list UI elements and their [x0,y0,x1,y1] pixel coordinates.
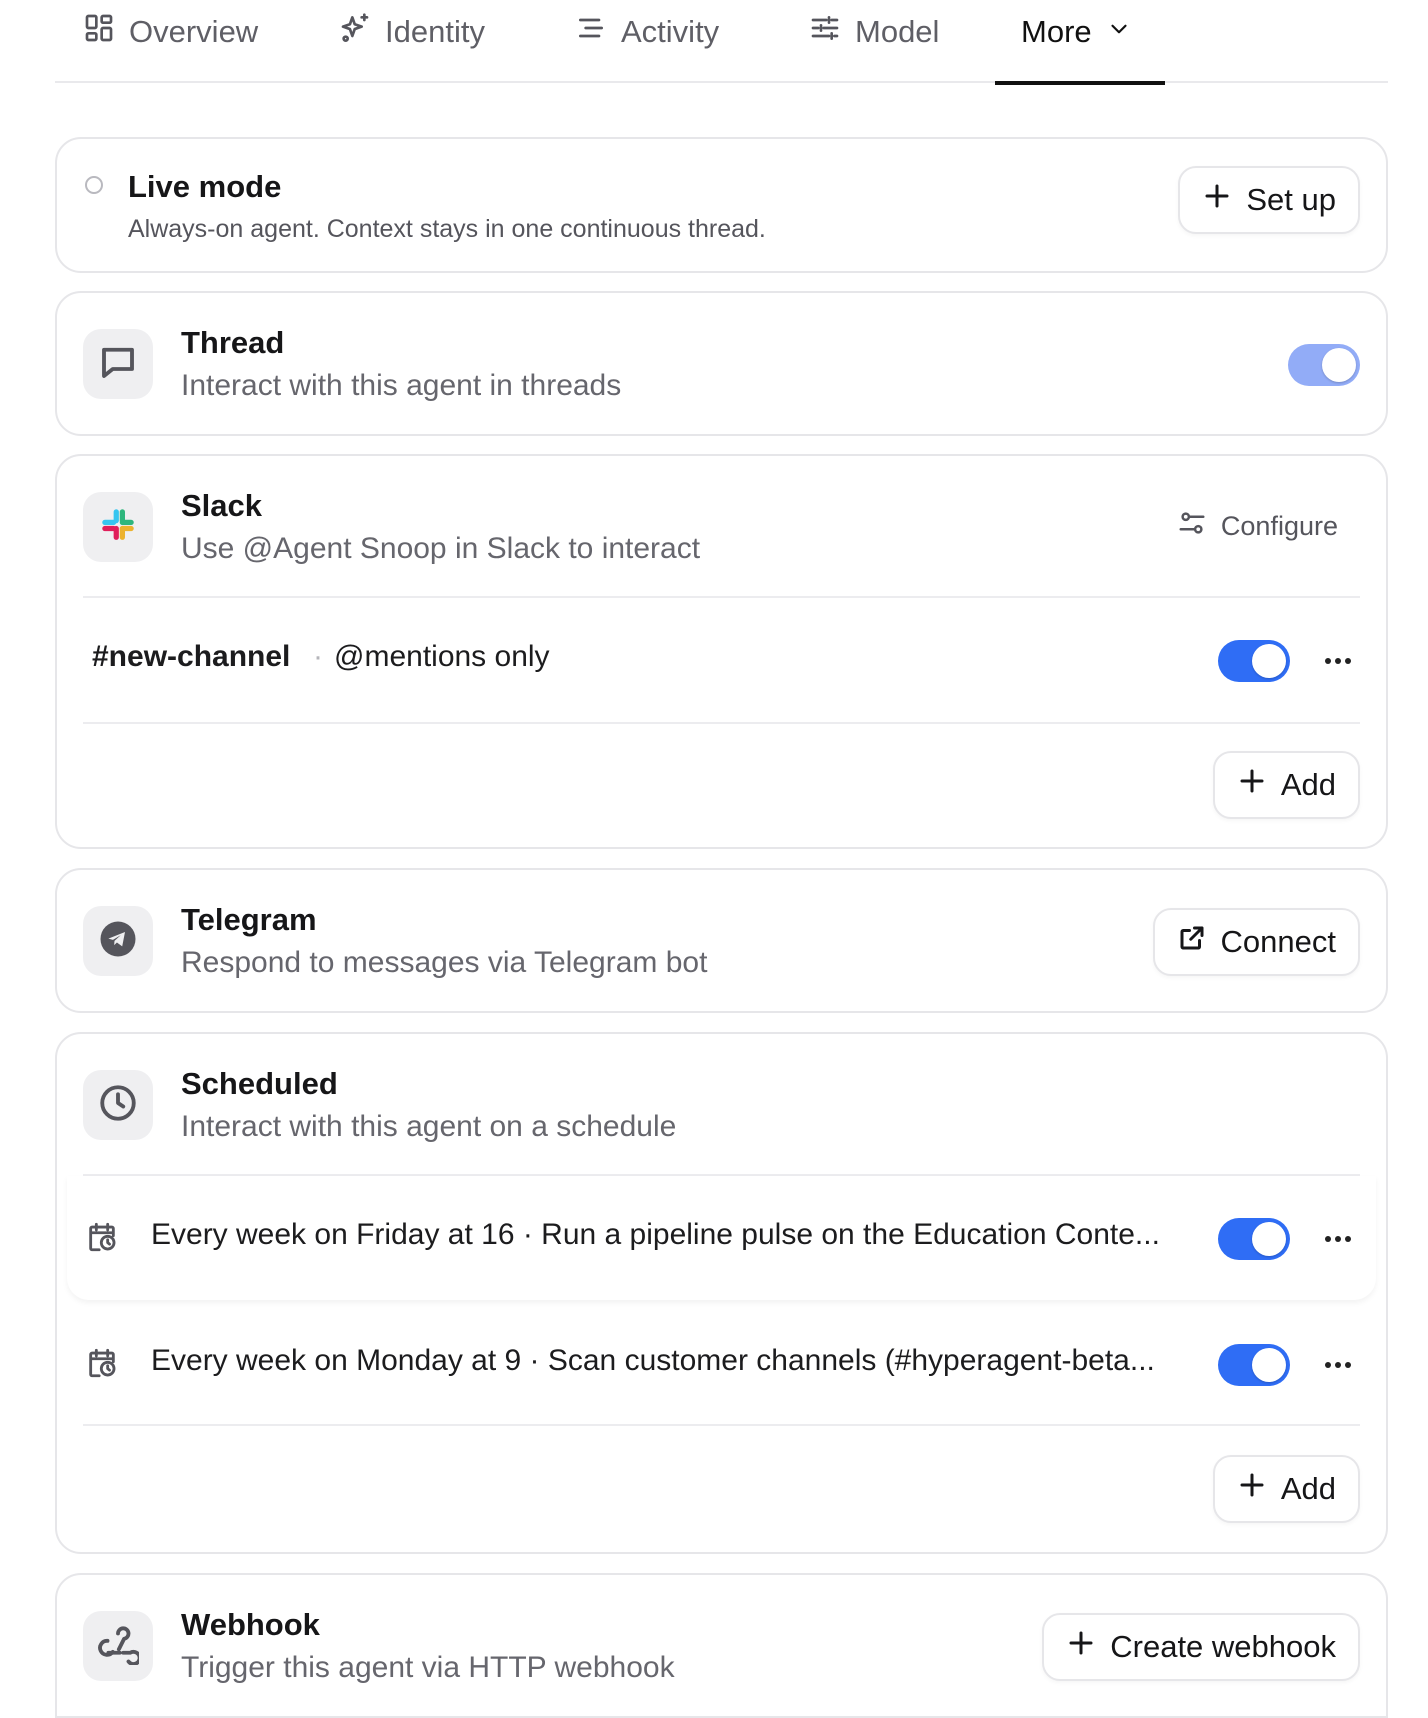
create-webhook-button[interactable]: Create webhook [1042,1613,1360,1681]
external-link-icon [1177,923,1207,961]
slack-channel-row: #new-channel · @mentions only [57,598,1386,722]
scheduled-title: Scheduled [181,1066,338,1101]
divider [83,722,1360,724]
layout-grid-icon [83,12,115,52]
tab-more[interactable]: More [995,0,1165,85]
channel-toggle[interactable] [1218,640,1290,682]
schedule-toggle[interactable] [1218,1218,1290,1260]
toggle-knob [1252,1348,1286,1382]
channel-name: #new-channel [92,640,291,673]
slack-logo-icon [97,504,139,551]
tab-label: Activity [621,13,720,49]
slack-card: Slack Use @Agent Snoop in Slack to inter… [55,454,1388,849]
plus-icon [1237,766,1267,804]
telegram-title: Telegram [181,902,317,937]
webhook-card: Webhook Trigger this agent via HTTP webh… [55,1573,1388,1718]
telegram-icon-box [83,906,153,976]
telegram-card: Telegram Respond to messages via Telegra… [55,868,1388,1013]
more-options-icon[interactable] [1320,1347,1356,1383]
calendar-clock-icon [85,1346,119,1380]
scheduled-card: Scheduled Interact with this agent on a … [55,1032,1388,1554]
connect-button[interactable]: Connect [1152,908,1360,976]
sliders-icon [809,12,841,52]
webhook-title: Webhook [181,1607,320,1642]
tab-model[interactable]: Model [809,0,939,83]
slack-icon-box [83,492,153,562]
scheduled-icon-box [83,1070,153,1140]
sparkles-icon [339,12,371,52]
thread-title: Thread [181,325,285,360]
thread-toggle[interactable] [1288,344,1360,386]
tab-label: Overview [129,13,259,49]
webhook-icon [97,1623,142,1670]
status-dot [85,176,103,194]
live-mode-card: Live mode Always-on agent. Context stays… [55,137,1388,273]
slack-title: Slack [181,488,263,523]
schedule-text: Every week on Friday at 16 · Run a pipel… [151,1218,1160,1251]
thread-icon-box [83,329,153,399]
configure-label: Configure [1220,511,1338,541]
message-square-icon [97,341,139,388]
tab-identity[interactable]: Identity [339,0,485,83]
webhook-icon-box [83,1611,153,1681]
more-options-icon[interactable] [1320,1221,1356,1257]
calendar-clock-icon [85,1220,119,1254]
tab-overview[interactable]: Overview [83,0,258,83]
toggle-knob [1322,348,1356,382]
set-up-button[interactable]: Set up [1178,166,1360,234]
schedule-toggle[interactable] [1218,1344,1290,1386]
channel-mode: @mentions only [334,640,550,673]
add-channel-button[interactable]: Add [1212,751,1360,819]
add-schedule-button[interactable]: Add [1212,1455,1360,1523]
plus-icon [1237,1470,1267,1508]
tab-label: More [1021,13,1092,49]
plus-icon [1202,181,1232,219]
thread-description: Interact with this agent in threads [181,369,622,402]
tab-activity[interactable]: Activity [575,0,719,83]
set-up-label: Set up [1246,182,1336,217]
toggle-knob [1252,644,1286,678]
live-mode-description: Always-on agent. Context stays in one co… [128,215,766,243]
tab-label: Identity [385,13,485,49]
connect-label: Connect [1220,924,1336,959]
telegram-description: Respond to messages via Telegram bot [181,946,708,979]
schedule-row[interactable]: Every week on Friday at 16 · Run a pipel… [67,1176,1376,1300]
more-options-icon[interactable] [1320,643,1356,679]
tab-bar: Overview Identity Activity Model More [55,0,1388,85]
schedule-text: Every week on Monday at 9 · Scan custome… [151,1344,1155,1377]
thread-card: Thread Interact with this agent in threa… [55,291,1388,436]
settings-sliders-icon [1177,508,1207,545]
channel-separator: · [313,640,323,673]
create-webhook-label: Create webhook [1110,1629,1336,1664]
slack-description: Use @Agent Snoop in Slack to interact [181,532,701,565]
live-mode-title: Live mode [128,169,282,204]
scheduled-description: Interact with this agent on a schedule [181,1110,677,1143]
plus-icon [1066,1628,1096,1666]
add-label: Add [1280,767,1336,802]
tab-label: Model [855,13,940,49]
webhook-description: Trigger this agent via HTTP webhook [181,1651,675,1684]
divider [83,1424,1360,1426]
configure-button[interactable]: Configure [1177,508,1338,545]
clock-icon [97,1082,139,1129]
schedule-row[interactable]: Every week on Monday at 9 · Scan custome… [67,1302,1376,1424]
add-label: Add [1280,1471,1336,1506]
toggle-knob [1252,1222,1286,1256]
telegram-icon [97,918,139,965]
chevron-down-icon [1106,14,1132,50]
list-icon [575,12,607,52]
